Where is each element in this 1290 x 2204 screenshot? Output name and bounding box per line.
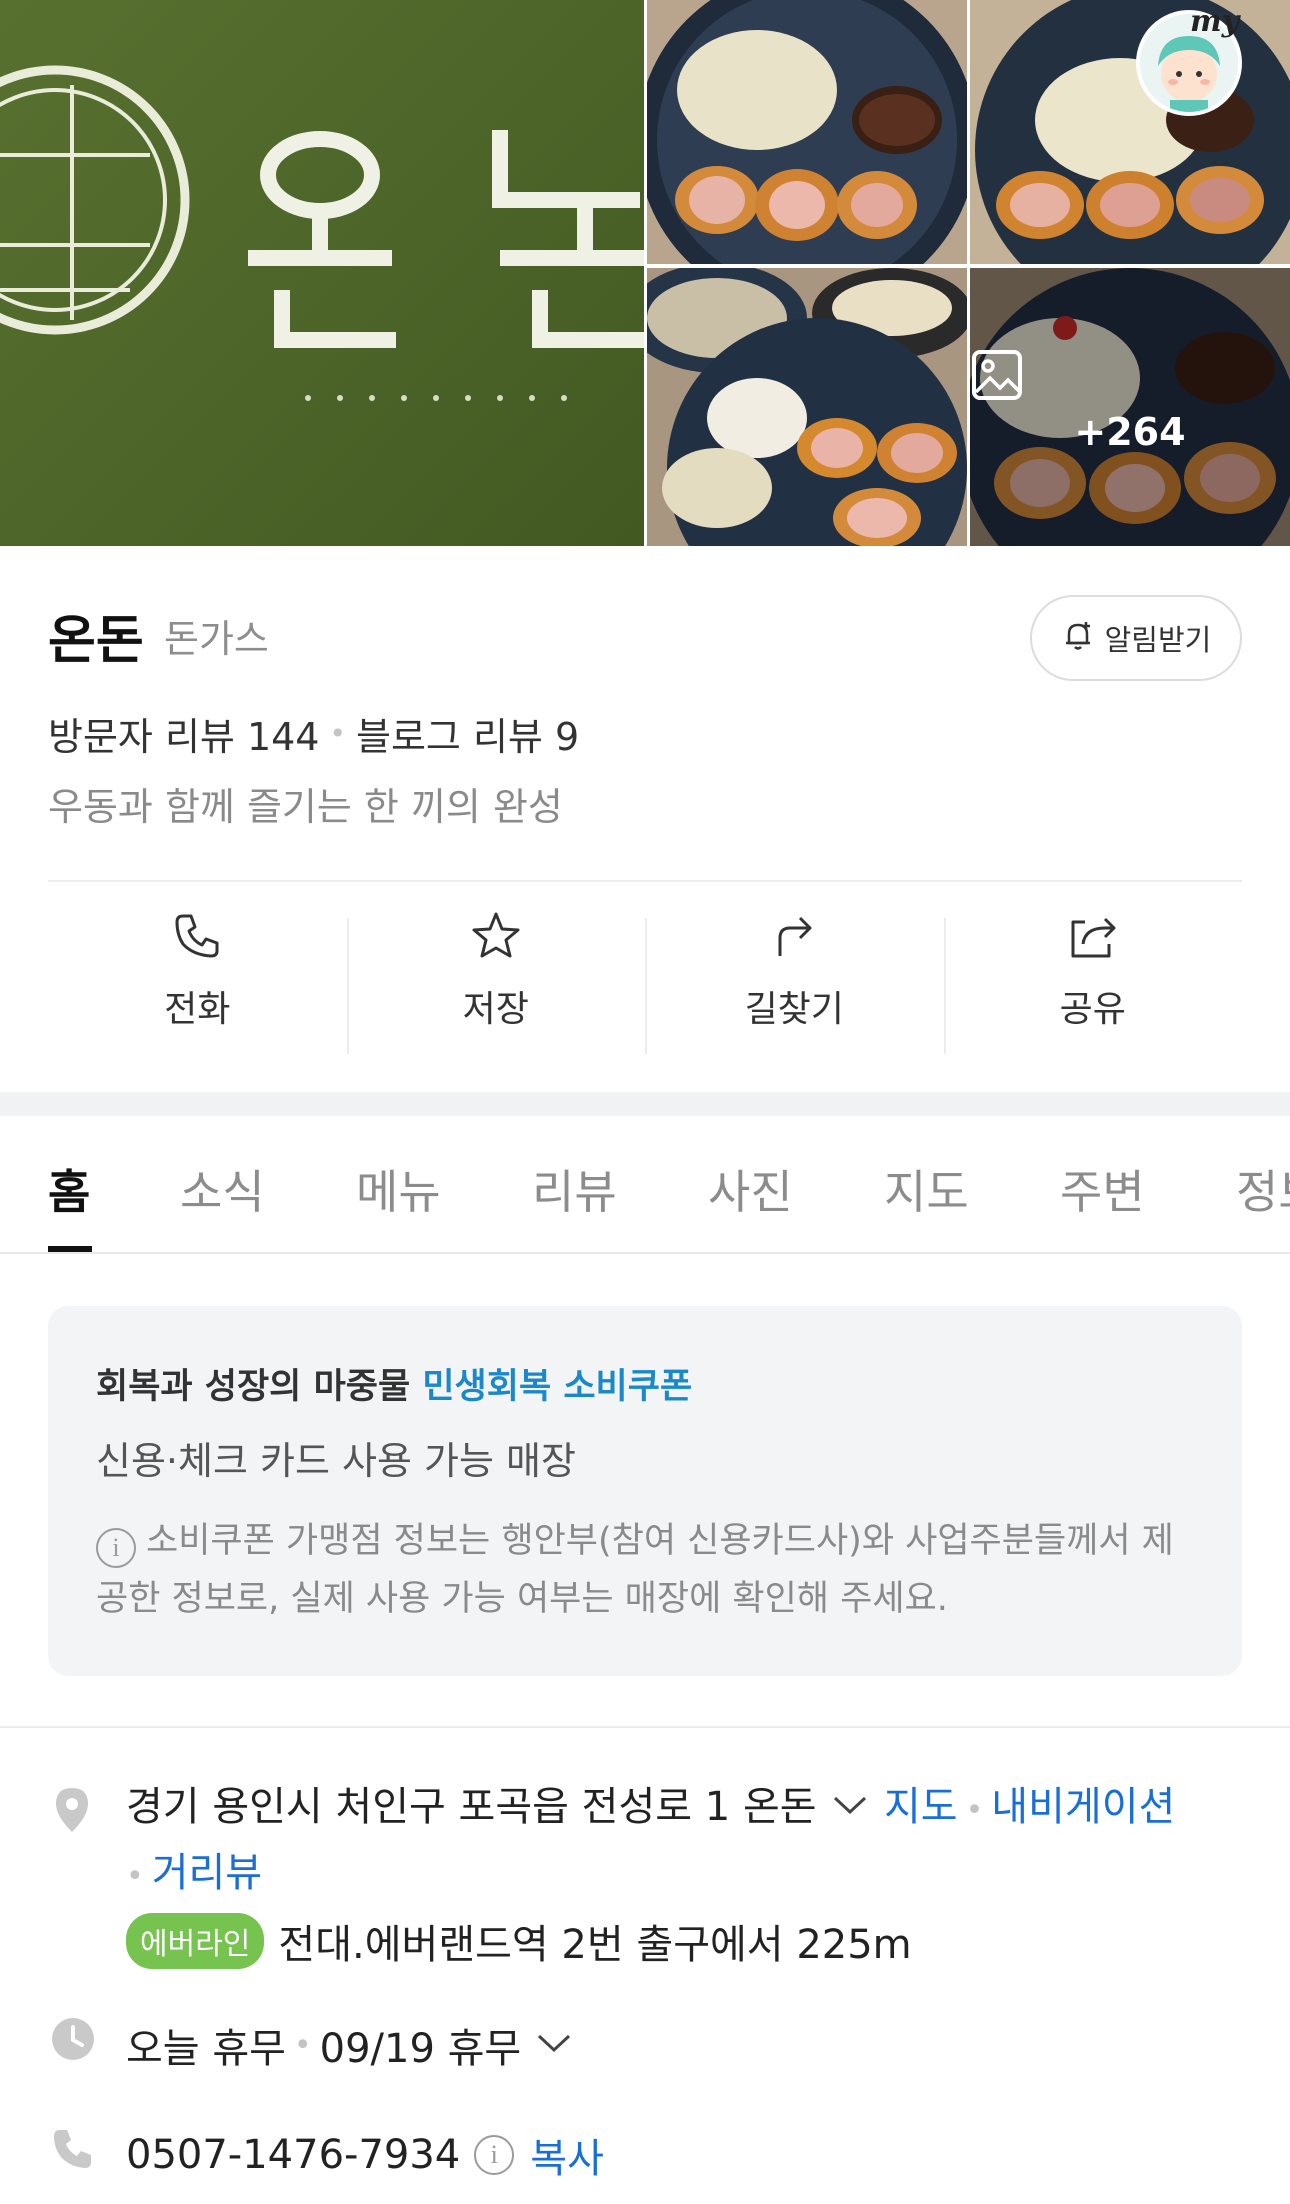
divider: [0, 1726, 1290, 1728]
star-icon: [468, 908, 524, 968]
phone-number[interactable]: 0507-1476-7934: [126, 2132, 460, 2178]
hours-today: 오늘 휴무: [126, 2026, 286, 2072]
tab-bar: 홈 소식 메뉴 리뷰 사진 지도 주변 정보: [0, 1116, 1290, 1254]
directions-label: 길찾기: [744, 989, 844, 1030]
alarm-subscribe-label: 알림받기: [1104, 623, 1212, 657]
coupon-notice: i 소비쿠폰 가맹점 정보는 행안부(참여 신용카드사)와 사업주분들께서 제공한…: [96, 1512, 1206, 1628]
navigation-link[interactable]: 내비게이션: [991, 1784, 1175, 1830]
logo-emblem-icon: [0, 65, 644, 401]
tab-news[interactable]: 소식: [180, 1156, 265, 1222]
tab-reviews[interactable]: 리뷰: [532, 1156, 617, 1222]
more-photos-count: +264: [1074, 410, 1186, 454]
street-view-link[interactable]: 거리뷰: [152, 1850, 262, 1896]
section-spacer: [0, 1092, 1290, 1116]
directions-button[interactable]: 길찾기: [645, 882, 944, 1058]
share-button[interactable]: 공유: [943, 882, 1243, 1058]
tab-home[interactable]: 홈: [48, 1156, 90, 1222]
clock-icon: [50, 2016, 96, 2066]
food-photo-2[interactable]: [970, 0, 1290, 264]
call-label: 전화: [164, 989, 231, 1030]
info-icon: i: [96, 1528, 136, 1568]
tab-menu[interactable]: 메뉴: [356, 1156, 441, 1222]
location-pin-icon: [50, 1786, 94, 1838]
share-icon: [1065, 908, 1121, 968]
hours-next: 09/19 휴무: [319, 2026, 522, 2072]
coupon-title-prefix: 회복과 성장의 마중물: [96, 1367, 423, 1407]
call-button[interactable]: 전화: [48, 882, 347, 1058]
place-description: 우동과 함께 즐기는 한 끼의 완성: [48, 785, 563, 829]
image-icon: [970, 348, 1290, 402]
visitor-reviews-link[interactable]: 방문자 리뷰 144: [48, 706, 320, 761]
food-photo-4-more[interactable]: +264: [970, 268, 1290, 546]
bell-plus-icon: [1061, 618, 1097, 658]
blog-reviews-link[interactable]: 블로그 리뷰 9: [356, 706, 579, 761]
phone-fill-icon: [50, 2126, 96, 2176]
restaurant-logo-photo[interactable]: [0, 0, 644, 546]
phone-icon: [169, 908, 225, 968]
chevron-down-icon[interactable]: [533, 2022, 575, 2068]
tab-photos[interactable]: 사진: [708, 1156, 793, 1222]
address-text: 경기 용인시 처인구 포곡읍 전성로 1 온돈: [126, 1784, 817, 1830]
review-summary: 방문자 리뷰 144 • 블로그 리뷰 9: [48, 706, 579, 761]
phone-row: 0507-1476-7934 i 복사: [126, 2126, 604, 2184]
place-name: 온돈: [48, 611, 144, 671]
coupon-subtitle: 신용·체크 카드 사용 가능 매장: [96, 1439, 576, 1483]
place-category: 돈가스: [164, 617, 269, 661]
save-label: 저장: [462, 989, 529, 1030]
copy-phone-button[interactable]: 복사: [530, 2126, 604, 2184]
subway-line-badge: 에버라인: [126, 1913, 265, 1969]
info-icon[interactable]: i: [474, 2135, 515, 2175]
coupon-notice-card[interactable]: 회복과 성장의 마중물 민생회복 소비쿠폰 신용·체크 카드 사용 가능 매장 …: [48, 1306, 1242, 1676]
food-photo-3[interactable]: [647, 268, 967, 546]
active-tab-indicator: [48, 1246, 92, 1252]
tab-map[interactable]: 지도: [884, 1156, 969, 1222]
separator-dot: •: [329, 717, 347, 750]
share-label: 공유: [1059, 989, 1126, 1030]
my-badge-label: my: [1190, 4, 1240, 39]
coupon-title: 회복과 성장의 마중물 민생회복 소비쿠폰: [96, 1358, 692, 1409]
photo-gallery: +264 my: [0, 0, 1290, 546]
hours-row[interactable]: 오늘 휴무 • 09/19 휴무: [126, 2016, 575, 2074]
tab-nearby[interactable]: 주변: [1060, 1156, 1145, 1222]
address-row: 경기 용인시 처인구 포곡읍 전성로 1 온돈 지도 • 내비게이션 • 거리뷰: [126, 1784, 1176, 1896]
coupon-notice-text: 소비쿠폰 가맹점 정보는 행안부(참여 신용카드사)와 사업주분들께서 제공한 …: [96, 1521, 1174, 1619]
tab-info[interactable]: 정보: [1236, 1156, 1290, 1222]
subway-directions: 전대.에버랜드역 2번 출구에서 225m: [278, 1922, 912, 1968]
subway-row: 에버라인 전대.에버랜드역 2번 출구에서 225m: [126, 1912, 912, 1970]
coupon-title-highlight: 민생회복 소비쿠폰: [422, 1367, 693, 1407]
food-photo-1[interactable]: [647, 0, 967, 264]
alarm-subscribe-button[interactable]: 알림받기: [1030, 595, 1242, 681]
save-button[interactable]: 저장: [346, 882, 646, 1058]
directions-icon: [766, 908, 822, 968]
action-bar: 전화 저장 길찾기 공유: [48, 882, 1242, 1058]
chevron-down-icon[interactable]: [829, 1784, 884, 1830]
map-link[interactable]: 지도: [884, 1784, 958, 1830]
more-photos-overlay[interactable]: +264: [970, 348, 1290, 454]
